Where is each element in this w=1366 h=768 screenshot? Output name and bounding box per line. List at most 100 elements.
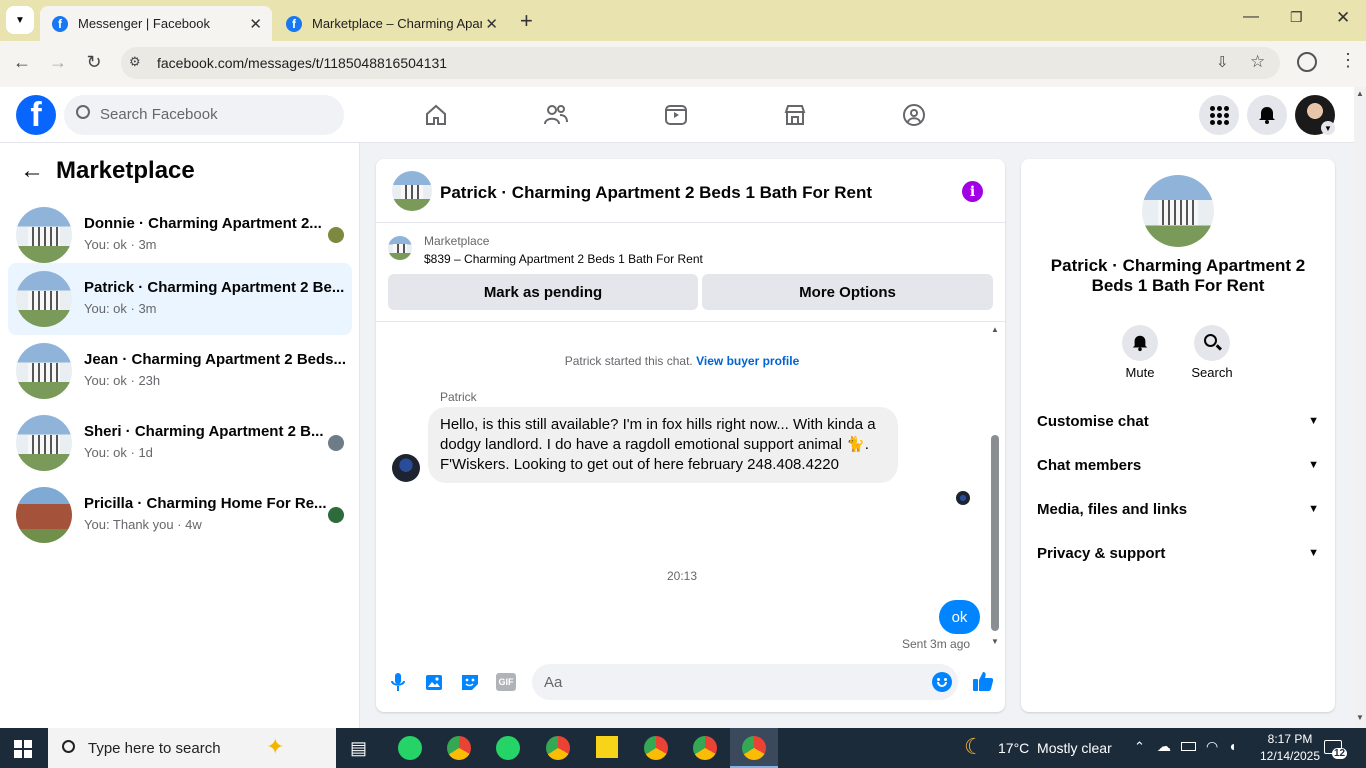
clock-date[interactable]: 12/14/2025 [1254,749,1326,763]
profile-avatar[interactable] [1142,175,1214,247]
task-view-icon[interactable]: ▤ [350,738,367,759]
wifi-icon[interactable]: ◠ [1206,738,1218,755]
facebook-favicon-icon: f [286,15,302,32]
conversation-item[interactable]: Jean · Charming Apartment 2 Beds... You:… [8,335,352,407]
forward-arrow-icon[interactable]: → [47,52,69,73]
url-text: facebook.com/messages/t/1185048816504131 [157,55,448,71]
chrome-icon[interactable] [447,736,471,760]
photo-icon[interactable] [424,672,444,692]
notifications-button[interactable] [1247,95,1287,135]
tab-search-button[interactable]: ▼ [6,6,34,34]
minimize-button[interactable]: — [1243,8,1259,26]
chat-members-section[interactable]: Chat members ▼ [1037,443,1319,487]
account-chevron-icon[interactable]: ▼ [1321,121,1335,135]
close-tab-icon[interactable]: ✕ [249,15,262,33]
view-buyer-profile-link[interactable]: View buyer profile [696,354,799,368]
microphone-icon[interactable] [388,672,408,692]
chevron-down-icon: ▼ [1308,503,1319,515]
privacy-support-section[interactable]: Privacy & support ▼ [1037,531,1319,575]
groups-icon[interactable] [902,103,926,127]
read-receipt-avatar [956,491,970,505]
weather-moon-icon: ☾ [964,734,984,759]
listing-thumbnail[interactable] [388,236,412,260]
outgoing-message-bubble[interactable]: ok [939,600,980,634]
scroll-up-icon[interactable]: ▲ [1356,89,1364,98]
weather-text[interactable]: 17°C Mostly clear [998,740,1112,756]
network-icon[interactable]: ☁ [1157,738,1171,755]
scroll-up-icon[interactable]: ▲ [991,325,999,334]
seen-avatar [328,507,344,523]
scroll-down-icon[interactable]: ▼ [1356,713,1364,722]
message-input[interactable]: Aa [532,664,958,700]
tab-marketplace[interactable]: f Marketplace – Charming Apartm ✕ [274,6,508,41]
facebook-search-box[interactable]: Search Facebook [64,95,344,135]
more-options-button[interactable]: More Options [702,274,993,310]
restore-button[interactable]: ❐ [1290,9,1303,26]
install-app-icon[interactable]: ⇩ [1216,53,1229,71]
info-icon[interactable]: i [962,181,983,202]
friends-icon[interactable] [543,103,569,127]
chrome-profile-icon[interactable] [742,736,766,760]
chrome-profile-icon[interactable] [693,736,717,760]
incoming-message-bubble[interactable]: Hello, is this still available? I'm in f… [428,407,898,483]
whatsapp-icon[interactable] [496,736,520,760]
conversation-item[interactable]: Sheri · Charming Apartment 2 B... You: o… [8,407,352,479]
conversation-name: Patrick · Charming Apartment 2 Be... [84,279,345,296]
browser-menu-icon[interactable]: ⋮ [1339,50,1357,71]
url-bar[interactable]: ⚙ facebook.com/messages/t/11850488165041… [121,47,1280,79]
chat-title[interactable]: Patrick · Charming Apartment 2 Beds 1 Ba… [440,183,872,203]
media-files-links-section[interactable]: Media, files and links ▼ [1037,487,1319,531]
battery-icon[interactable] [1181,742,1196,751]
emoji-icon[interactable] [932,672,952,692]
search-button[interactable] [1194,325,1230,361]
thumbs-up-icon[interactable] [972,670,994,692]
mark-as-pending-button[interactable]: Mark as pending [388,274,698,310]
scroll-thumb[interactable] [991,435,999,631]
windows-start-icon[interactable] [14,740,32,758]
close-tab-icon[interactable]: ✕ [485,15,498,33]
whatsapp-icon[interactable] [398,736,422,760]
chat-scrollbar[interactable]: ▲ ▼ [990,325,1000,649]
chat-avatar[interactable] [392,171,432,211]
sticker-icon[interactable] [460,672,480,692]
mute-button[interactable] [1122,325,1158,361]
tab-title: Messenger | Facebook [78,16,210,31]
scroll-down-icon[interactable]: ▼ [991,637,999,646]
new-tab-button[interactable]: + [520,8,533,34]
back-arrow-icon[interactable]: ← [11,52,33,73]
conversation-preview: You: ok · 23h [84,373,161,388]
listing-detail[interactable]: $839 – Charming Apartment 2 Beds 1 Bath … [424,252,703,266]
chrome-profile-icon[interactable] [644,736,668,760]
profile-name: Patrick · Charming Apartment 2 Beds 1 Ba… [1050,256,1306,295]
back-arrow-icon[interactable]: ← [20,157,44,185]
chat-started-notice: Patrick started this chat. View buyer pr… [376,354,988,368]
video-icon[interactable] [664,103,688,127]
bookmark-star-icon[interactable]: ☆ [1250,52,1265,72]
taskbar-search-box[interactable]: Type here to search ✦ [48,728,336,768]
close-window-button[interactable]: ✕ [1336,8,1350,28]
copilot-sparkle-icon[interactable]: ✦ [266,734,284,760]
reload-icon[interactable]: ↻ [83,52,105,73]
page-scrollbar[interactable]: ▲ ▼ [1354,87,1366,728]
clock-time[interactable]: 8:17 PM [1260,732,1320,746]
customise-chat-section[interactable]: Customise chat ▼ [1037,399,1319,443]
conversation-item[interactable]: Patrick · Charming Apartment 2 Be... You… [8,263,352,335]
sticky-notes-icon[interactable] [596,736,618,758]
facebook-logo-icon[interactable]: f [16,95,56,135]
conversation-name: Pricilla · Charming Home For Re... [84,495,327,512]
volume-icon[interactable]: ◖ [1228,738,1236,754]
home-icon[interactable] [424,103,448,127]
gif-icon[interactable]: GIF [496,673,516,691]
chevron-up-icon[interactable]: ⌃ [1134,739,1145,755]
sender-avatar[interactable] [392,454,420,482]
search-icon [62,740,75,753]
site-info-icon[interactable]: ⚙ [129,54,141,70]
chrome-profile-icon[interactable] [546,736,570,760]
listing-thumbnail [16,415,72,471]
conversation-item[interactable]: Donnie · Charming Apartment 2... You: ok… [8,199,352,271]
profile-icon[interactable] [1297,52,1317,72]
conversation-item[interactable]: Pricilla · Charming Home For Re... You: … [8,479,352,551]
tab-messenger[interactable]: f Messenger | Facebook ✕ [40,6,272,41]
marketplace-icon[interactable] [783,103,807,127]
menu-grid-button[interactable] [1199,95,1239,135]
